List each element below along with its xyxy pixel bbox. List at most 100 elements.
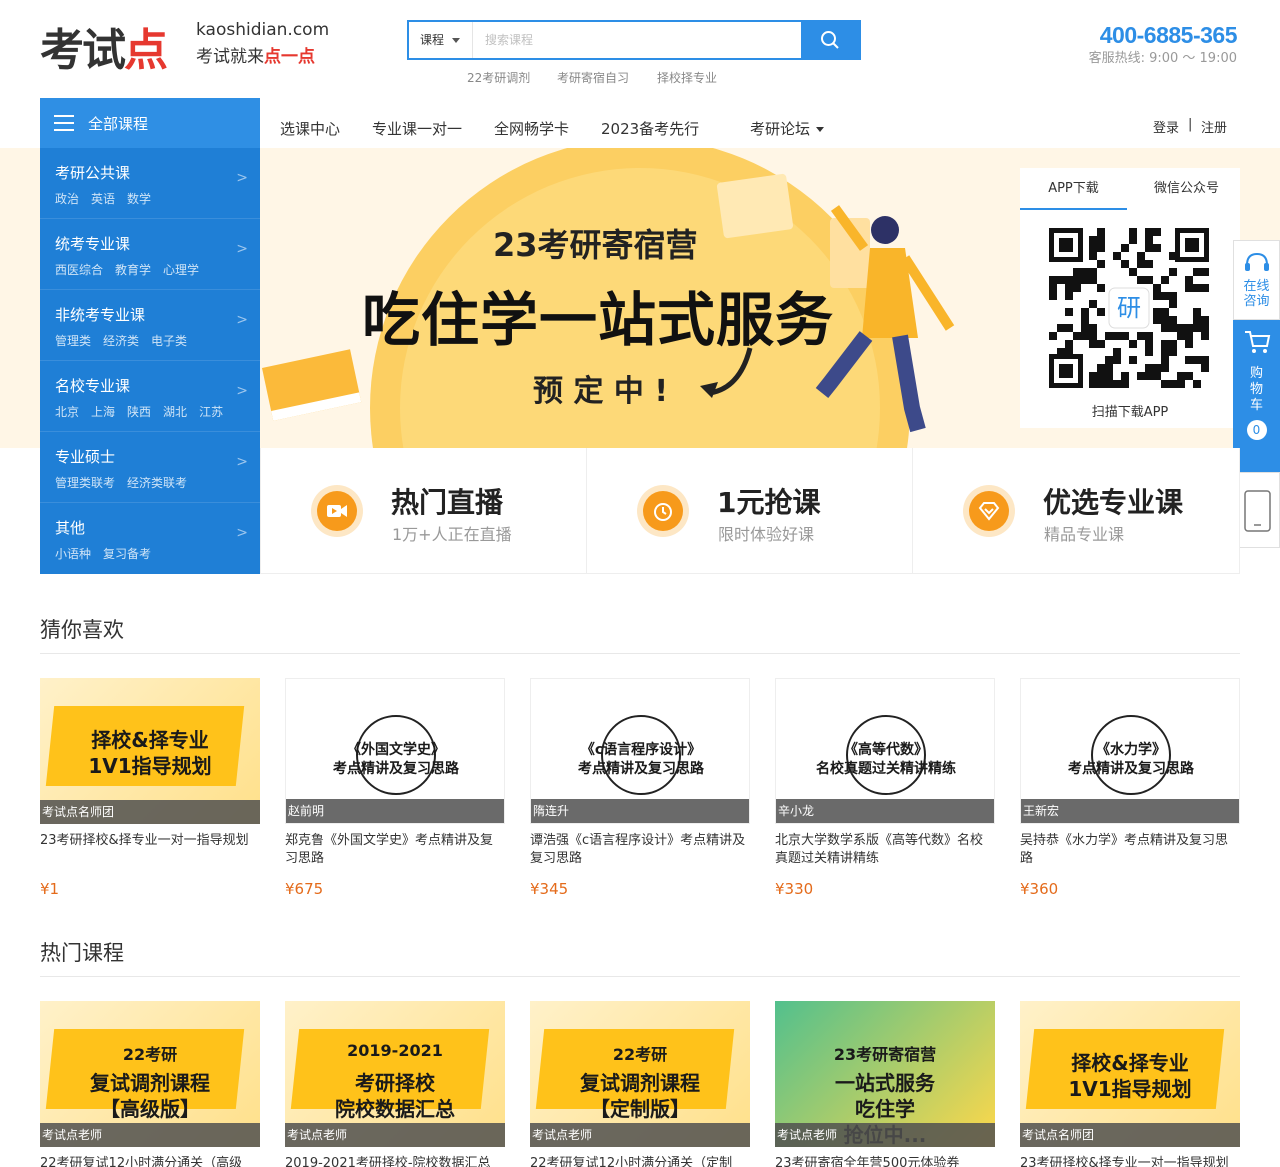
course-title[interactable]: 22考研复试12小时满分通关（定制 (530, 1155, 750, 1167)
category-item[interactable]: 名校专业课 北京 上海 陕西 湖北 江苏 > (40, 361, 260, 432)
logo[interactable]: 考试点 (40, 14, 168, 78)
chevron-down-icon (816, 127, 825, 132)
course-title[interactable]: 北京大学数学系版《高等代数》名校真题过关精讲精练 (775, 832, 995, 868)
tab-app-download[interactable]: APP下载 (1020, 168, 1127, 210)
phone-icon (1244, 490, 1271, 532)
nav-item-2023-prep[interactable]: 2023备考先行 (601, 118, 699, 139)
category-sub-link[interactable]: 上海 (91, 405, 115, 419)
course-thumbnail[interactable]: 择校&择专业 1V1指导规划 考试点名师团 (40, 678, 260, 824)
course-thumbnail[interactable]: 《水力学》 考点精讲及复习思路 王新宏 (1020, 678, 1240, 824)
teacher-label: 考试点老师 (775, 1123, 995, 1147)
register-link[interactable]: 注册 (1201, 117, 1227, 136)
thumb-text: 《水力学》 (1096, 742, 1166, 758)
nav-item-course-center[interactable]: 选课中心 (280, 118, 340, 139)
online-consult-button[interactable]: 在线 咨询 (1233, 240, 1280, 320)
hotword-link[interactable]: 择校择专业 (657, 69, 717, 86)
course-card[interactable]: 择校&择专业 1V1指导规划 考试点名师团 23考研择校&择专业一对一指导规划 (1020, 1001, 1240, 1167)
thumb-text: 【定制版】 (590, 1097, 690, 1121)
hotword-link[interactable]: 考研寄宿自习 (557, 69, 629, 86)
thumb-text: 复试调剂课程 (90, 1071, 210, 1095)
category-title: 名校专业课 (55, 377, 131, 395)
category-sub-link[interactable]: 小语种 (55, 547, 91, 561)
cart-button[interactable]: 购 物 车 0 (1233, 320, 1280, 472)
qr-code-image: 研 (1049, 228, 1209, 388)
nav-item-one-on-one[interactable]: 专业课一对一 (372, 118, 462, 139)
category-sub-link[interactable]: 管理类 (55, 334, 91, 348)
category-sub-link[interactable]: 湖北 (163, 405, 187, 419)
feature-one-yuan[interactable]: 1元抢课 限时体验好课 (587, 448, 913, 573)
category-item[interactable]: 其他 小语种 复习备考 > (40, 503, 260, 574)
course-card[interactable]: 《水力学》 考点精讲及复习思路 王新宏 吴持恭《水力学》考点精讲及复习思路 ¥360 (1020, 678, 1240, 903)
course-card[interactable]: 《外国文学史》 考点精讲及复习思路 赵前明 郑克鲁《外国文学史》考点精讲及复习思路 ¥6… (285, 678, 505, 903)
course-card[interactable]: 择校&择专业 1V1指导规划 考试点名师团 23考研择校&择专业一对一指导规划 ¥1 (40, 678, 260, 903)
cart-label: 车 (1249, 398, 1263, 413)
thumb-text: 院校数据汇总 (335, 1097, 455, 1121)
category-title: 考研公共课 (55, 164, 131, 182)
thumb-text: 考点精讲及复习思路 (1068, 761, 1194, 777)
course-thumbnail[interactable]: 2019-2021 考研择校 院校数据汇总 考试点老师 (285, 1001, 505, 1147)
category-item[interactable]: 考研公共课 政治 英语 数学 > (40, 148, 260, 219)
course-card[interactable]: 《高等代数》 名校真题过关精讲精练 辛小龙北京大学数学系版《高等代数》名校真题过关精… (775, 678, 995, 903)
course-title[interactable]: 23考研择校&择专业一对一指导规划 (1020, 1155, 1240, 1167)
nav-item-forum[interactable]: 考研论坛 (750, 118, 825, 139)
category-sub-link[interactable]: 心理学 (163, 263, 199, 277)
teacher-label: 考试点老师 (530, 1123, 750, 1147)
chevron-right-icon: > (236, 241, 248, 257)
course-thumbnail[interactable]: 22考研 复试调剂课程 【定制版】 考试点老师 (530, 1001, 750, 1147)
course-thumbnail[interactable]: 《外国文学史》 考点精讲及复习思路 赵前明 (285, 678, 505, 824)
course-card[interactable]: 22考研 复试调剂课程 【定制版】 考试点老师 22考研复试12小时满分通关（定制 (530, 1001, 750, 1167)
search-type-select[interactable]: 课程 (409, 22, 473, 58)
thumb-text: 《高等代数》 (844, 742, 928, 758)
category-sub-link[interactable]: 英语 (91, 192, 115, 206)
course-thumbnail[interactable]: 22考研 复试调剂课程 【高级版】 考试点老师 (40, 1001, 260, 1147)
thumb-text: 择校&择专业 (1071, 1051, 1189, 1075)
feature-premium[interactable]: 优选专业课 精品专业课 (913, 448, 1239, 573)
course-thumbnail[interactable]: 《c语言程序设计》 考点精讲及复习思路 隋连升 (530, 678, 750, 824)
all-courses-button[interactable]: 全部课程 (40, 98, 260, 148)
app-download-panel: APP下载 微信公众号 研 扫描下载APP (1020, 168, 1240, 428)
course-card[interactable]: 23考研寄宿营一站式服务吃住学抢位中...考试点老师 23考研寄宿全年营500元体… (775, 1001, 995, 1167)
category-item[interactable]: 非统考专业课 管理类 经济类 电子类 > (40, 290, 260, 361)
category-sub-link[interactable]: 经济类 (103, 334, 139, 348)
course-card[interactable]: 22考研 复试调剂课程 【高级版】 考试点老师 22考研复试12小时满分通关（高级 (40, 1001, 260, 1167)
course-thumbnail[interactable]: 择校&择专业 1V1指导规划 考试点名师团 (1020, 1001, 1240, 1147)
category-item[interactable]: 统考专业课 西医综合 教育学 心理学 > (40, 219, 260, 290)
course-thumbnail[interactable]: 23考研寄宿营一站式服务吃住学抢位中...考试点老师 (775, 1001, 995, 1147)
tab-wechat[interactable]: 微信公众号 (1133, 168, 1240, 210)
category-sub-link[interactable]: 数学 (127, 192, 151, 206)
category-sub-link[interactable]: 北京 (55, 405, 79, 419)
category-sub-link[interactable]: 陕西 (127, 405, 151, 419)
course-title[interactable]: 22考研复试12小时满分通关（高级 (40, 1155, 260, 1167)
nav-item-pass-card[interactable]: 全网畅学卡 (494, 118, 569, 139)
auth-separator: | (1188, 117, 1193, 132)
category-item[interactable]: 专业硕士 管理类联考 经济类联考 > (40, 432, 260, 503)
category-sub-link[interactable]: 西医综合 (55, 263, 103, 277)
search-button[interactable] (801, 22, 859, 58)
category-sub-link[interactable]: 电子类 (151, 334, 187, 348)
course-title[interactable]: 吴持恭《水力学》考点精讲及复习思路 (1020, 832, 1240, 868)
feature-title: 优选专业课 (1043, 486, 1184, 519)
course-card[interactable]: 《c语言程序设计》 考点精讲及复习思路 隋连升谭浩强《c语言程序设计》考点精讲及复习… (530, 678, 750, 903)
course-title[interactable]: 23考研择校&择专业一对一指导规划 (40, 832, 260, 868)
category-sub-link[interactable]: 政治 (55, 192, 79, 206)
course-title[interactable]: 郑克鲁《外国文学史》考点精讲及复习思路 (285, 832, 505, 868)
hotword-link[interactable]: 22考研调剂 (467, 69, 530, 86)
thumb-text: 《外国文学史》 (347, 742, 445, 758)
course-title[interactable]: 谭浩强《c语言程序设计》考点精讲及复习思路 (530, 832, 750, 868)
mobile-app-button[interactable] (1233, 472, 1280, 548)
category-sub-link[interactable]: 经济类联考 (127, 476, 187, 490)
category-sub-link[interactable]: 教育学 (115, 263, 151, 277)
category-sub-link[interactable]: 江苏 (199, 405, 223, 419)
course-title[interactable]: 2019-2021考研择校-院校数据汇总 (285, 1155, 505, 1167)
category-sub-link[interactable]: 复习备考 (103, 547, 151, 561)
course-thumbnail[interactable]: 《高等代数》 名校真题过关精讲精练 辛小龙 (775, 678, 995, 824)
thumb-text: 2019-2021 (347, 1041, 443, 1060)
login-link[interactable]: 登录 (1153, 117, 1179, 136)
course-price: ¥345 (530, 880, 569, 898)
feature-live[interactable]: 热门直播 1万+人正在直播 (261, 448, 587, 573)
category-sub-link[interactable]: 管理类联考 (55, 476, 115, 490)
course-title[interactable]: 23考研寄宿全年营500元体验券 (775, 1155, 995, 1167)
search-input[interactable] (475, 22, 801, 58)
thumb-text: 1V1指导规划 (1068, 1077, 1192, 1101)
course-card[interactable]: 2019-2021 考研择校 院校数据汇总 考试点老师 2019-2021考研择校-院校… (285, 1001, 505, 1167)
